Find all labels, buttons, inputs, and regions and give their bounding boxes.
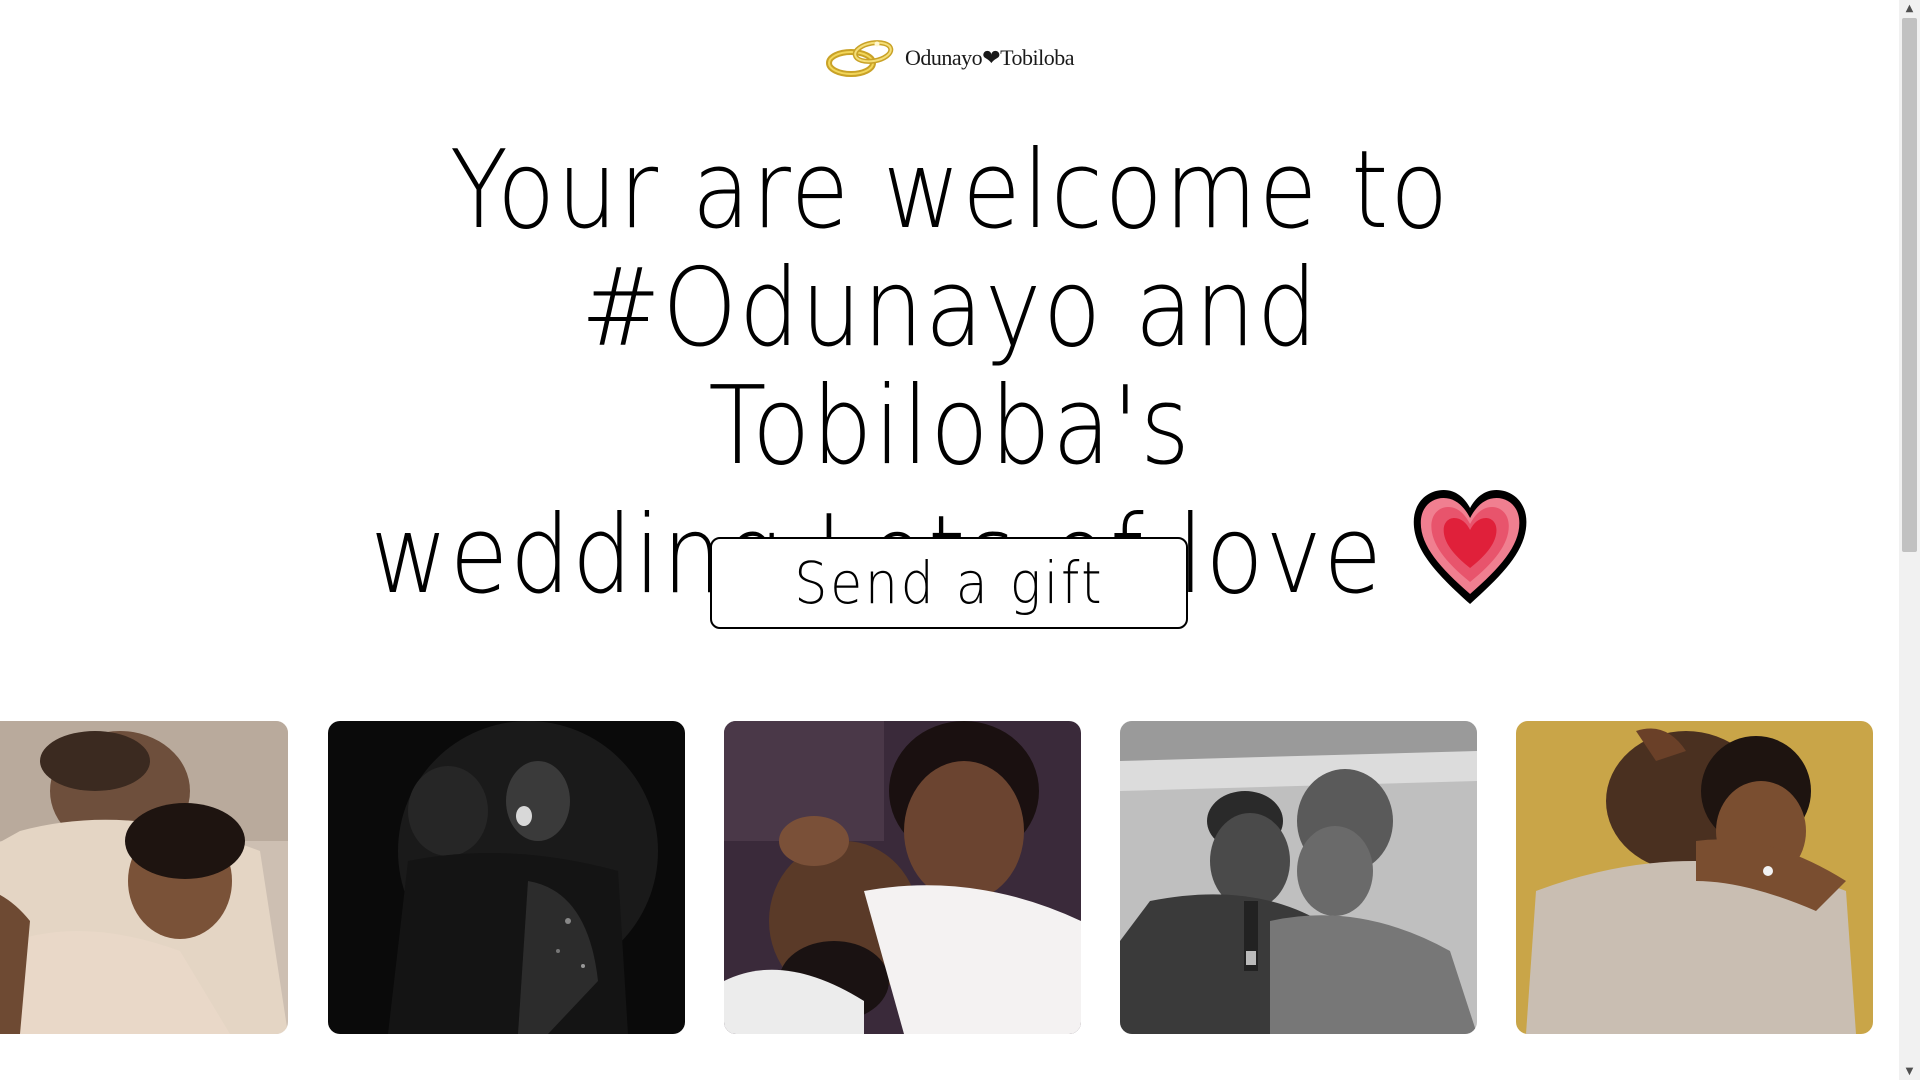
send-gift-label: Send a gift (793, 549, 1105, 617)
gallery-photo-1[interactable] (0, 721, 288, 1034)
gallery-photo-3[interactable] (724, 721, 1081, 1034)
gallery-photo-4[interactable] (1120, 721, 1477, 1034)
gallery-photo-5[interactable] (1516, 721, 1873, 1034)
hero-line-1: Your are welcome to (449, 128, 1450, 253)
send-gift-button[interactable]: Send a gift (710, 537, 1188, 629)
photo-gallery (0, 721, 1899, 1034)
gallery-photo-2[interactable] (328, 721, 685, 1034)
scroll-up-arrow-icon[interactable]: ▲ (1899, 0, 1920, 17)
wedding-rings-icon (826, 40, 894, 77)
site-logo[interactable]: Odunayo❤Tobiloba (0, 36, 1899, 80)
hero-line-2: #Odunayo and Tobiloba's (580, 246, 1319, 489)
vertical-scrollbar[interactable]: ▲ ▼ (1899, 0, 1920, 1080)
viewport: Odunayo❤Tobiloba Your are welcome to #Od… (0, 0, 1899, 1080)
scroll-down-arrow-icon[interactable]: ▼ (1899, 1063, 1920, 1080)
heart-icon (1410, 486, 1530, 610)
logo-text: Odunayo❤Tobiloba (905, 45, 1074, 70)
scrollbar-thumb[interactable] (1902, 18, 1917, 552)
page: Odunayo❤Tobiloba Your are welcome to #Od… (0, 0, 1920, 1080)
